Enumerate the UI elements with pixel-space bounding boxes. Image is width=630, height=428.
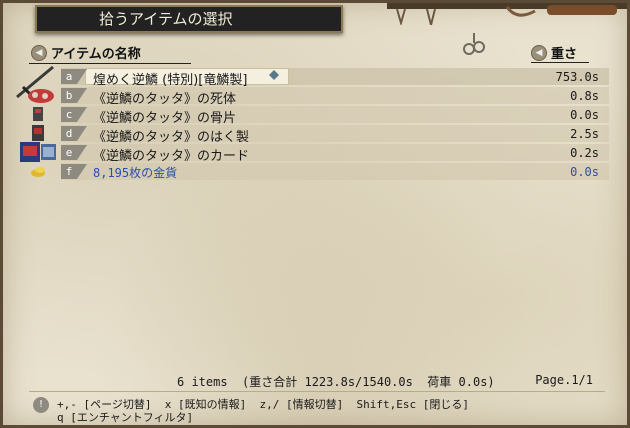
gold-coin-icon	[31, 167, 45, 177]
list-item[interactable]: f 8,195枚の金貨 0.0s	[3, 162, 630, 181]
list-item[interactable]: b 《逆鱗のタッタ》の死体 0.8s	[3, 86, 630, 107]
bone-icon	[33, 107, 43, 121]
keys-icon	[463, 33, 485, 55]
item-key: e	[61, 145, 77, 160]
key-tab	[77, 69, 87, 84]
page-indicator: Page.1/1	[535, 373, 593, 387]
help-bar: ! +,- [ページ切替] x [既知の情報] z,/ [情報切替] Shift…	[29, 391, 605, 424]
item-key: d	[61, 126, 77, 141]
items-count: 6 items	[177, 375, 228, 389]
card-icon	[20, 142, 56, 162]
list-item[interactable]: a 煌めく逆鱗 (特別)[竜鱗製] 753.0s	[3, 67, 630, 88]
header-item-name[interactable]: アイテムの名称	[29, 43, 191, 64]
item-key: a	[61, 69, 77, 84]
top-ornament-decor	[387, 3, 627, 25]
pickup-window: 拾うアイテムの選択 ◀ アイテムの名称 ◀ 重さ a 煌めく逆鱗 (特別)[竜鱗…	[0, 0, 630, 428]
window-title: 拾うアイテムの選択	[35, 5, 343, 33]
weight-summary: 6 items (重さ合計 1223.8s/1540.0s 荷車 0.0s)	[177, 373, 495, 390]
item-key: f	[61, 164, 77, 179]
stuffed-icon	[32, 125, 44, 141]
key-tab	[77, 145, 87, 160]
item-weight: 0.2s	[570, 146, 599, 160]
info-icon: !	[33, 397, 49, 413]
key-tab	[77, 164, 87, 179]
list-item[interactable]: c 《逆鱗のタッタ》の骨片 0.0s	[3, 105, 630, 126]
item-key: c	[61, 107, 77, 122]
item-weight: 2.5s	[570, 127, 599, 141]
item-key: b	[61, 88, 77, 103]
key-tab	[77, 88, 87, 103]
list-item[interactable]: e 《逆鱗のタッタ》のカード 0.2s	[3, 142, 630, 164]
item-weight: 0.0s	[570, 165, 599, 179]
list-item[interactable]: d 《逆鱗のタッタ》のはく製 2.5s	[3, 124, 630, 145]
gem-icon	[269, 70, 279, 80]
header-weight[interactable]: 重さ	[531, 43, 589, 63]
corpse-icon	[28, 89, 54, 103]
total-weight: (重さ合計 1223.8s/1540.0s 荷車 0.0s)	[242, 375, 495, 389]
item-weight: 753.0s	[555, 70, 599, 84]
key-tab	[77, 107, 87, 122]
item-name: 8,195枚の金貨	[93, 166, 178, 180]
key-tab	[77, 126, 87, 141]
item-weight: 0.8s	[570, 89, 599, 103]
item-weight: 0.0s	[570, 108, 599, 122]
help-line-2: q [エンチャントフィルタ]	[57, 411, 194, 424]
